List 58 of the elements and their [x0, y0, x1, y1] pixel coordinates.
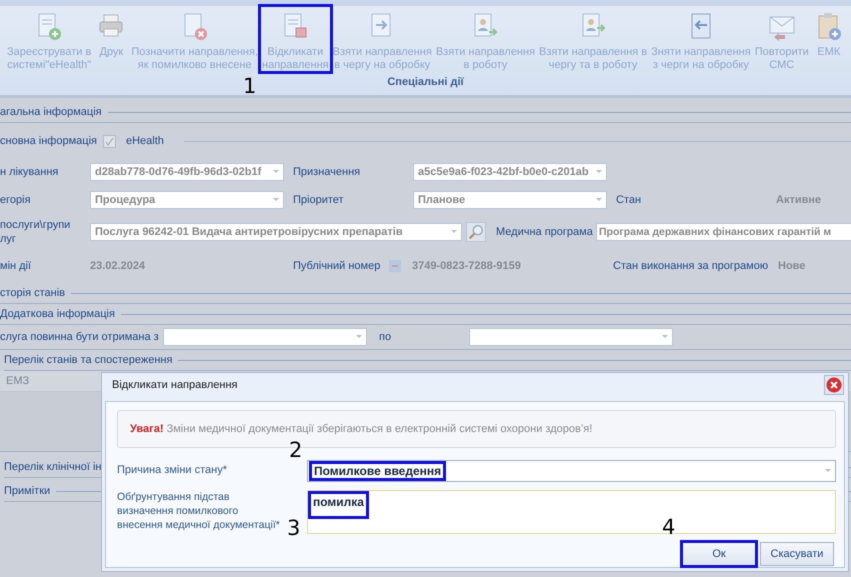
dropdown-arrow-icon [273, 170, 279, 174]
section-title: Перелік клінічної ін [4, 461, 102, 473]
checkbox[interactable] [102, 134, 116, 148]
ribbon-group-label: Спеціальні дії [387, 76, 464, 88]
dropdown-field[interactable]: a5c5e9a6-f023-42bf-b0e0-c201ab [413, 163, 607, 181]
section-title: Примітки [4, 485, 50, 497]
close-button[interactable] [824, 375, 844, 395]
date-field[interactable] [469, 328, 673, 346]
section-title: Перелік станів та спостереження [4, 354, 172, 366]
field-label: Публічний номер [293, 259, 382, 273]
search-button[interactable] [466, 222, 486, 242]
annotation-number: 2 [289, 440, 302, 461]
annotation-number: 1 [243, 76, 256, 97]
field-label: Медична програма [496, 225, 594, 239]
dropdown-field[interactable]: Процедура [90, 191, 284, 209]
dialog-button[interactable]: Скасувати [760, 542, 834, 566]
field-label: н лікування [0, 165, 60, 179]
field-label: слуга повинна бути отримана з [0, 330, 160, 344]
field-value: Активне [776, 194, 822, 206]
dialog-title: Відкликати направлення [112, 379, 238, 391]
field-label: Стан виконання за програмою [613, 259, 770, 273]
field-value: Помилкове введення [311, 463, 444, 479]
field-value: Нове [778, 260, 806, 272]
field-value: 23.02.2024 [90, 260, 146, 272]
section-title: сновна інформація [0, 134, 97, 148]
document-icon [388, 259, 402, 273]
dropdown-arrow-icon [825, 469, 831, 473]
section-title: сторія станів [0, 287, 66, 299]
field-label: Стан [616, 193, 642, 207]
annotation-number: 3 [287, 518, 300, 539]
date-field[interactable] [163, 328, 367, 346]
warning-message: Увага! Зміни медичної документації зберігаються в електронній системі охорони здоров’я! [130, 423, 592, 435]
field-label: Обґрунтування підстав визначення помилкового внесення медичної документації* [117, 490, 281, 533]
column-header: ЕМЗ [6, 375, 30, 387]
dropdown-field[interactable]: Помилкове введення [307, 460, 836, 482]
field-value: 3749-0823-7288-9159 [412, 260, 522, 272]
dropdown-field[interactable]: d28ab778-0d76-49fb-96d3-02b1f [90, 163, 284, 181]
field-label: Призначення [293, 165, 362, 179]
checkbox-label: eHealth [126, 134, 164, 148]
dropdown-field[interactable]: Послуга 96242-01 Видача антиретровірусних препаратів [90, 223, 462, 241]
dropdown-arrow-icon [596, 198, 602, 202]
field-value: помилка [310, 493, 367, 517]
dropdown-field[interactable]: Планове [413, 191, 607, 209]
dropdown-arrow-icon [662, 335, 668, 339]
dialog-button[interactable]: Ок [682, 542, 756, 566]
field-label: мін дії [0, 259, 32, 273]
dropdown-arrow-icon [356, 335, 362, 339]
field-label: Причина зміни стану* [117, 463, 228, 478]
field-label: послуги\групи луг [0, 218, 72, 246]
section-title: агальна інформація [0, 106, 102, 118]
input-field[interactable]: Програма державних фінансових гарантій м [596, 223, 851, 241]
dropdown-arrow-icon [451, 230, 457, 234]
dropdown-arrow-icon [273, 198, 279, 202]
field-label: Пріоритет [293, 193, 345, 207]
dropdown-arrow-icon [596, 170, 602, 174]
field-label: егорія [0, 193, 32, 207]
section-title: Додаткова інформація [0, 308, 115, 320]
field-label: по [379, 330, 392, 344]
